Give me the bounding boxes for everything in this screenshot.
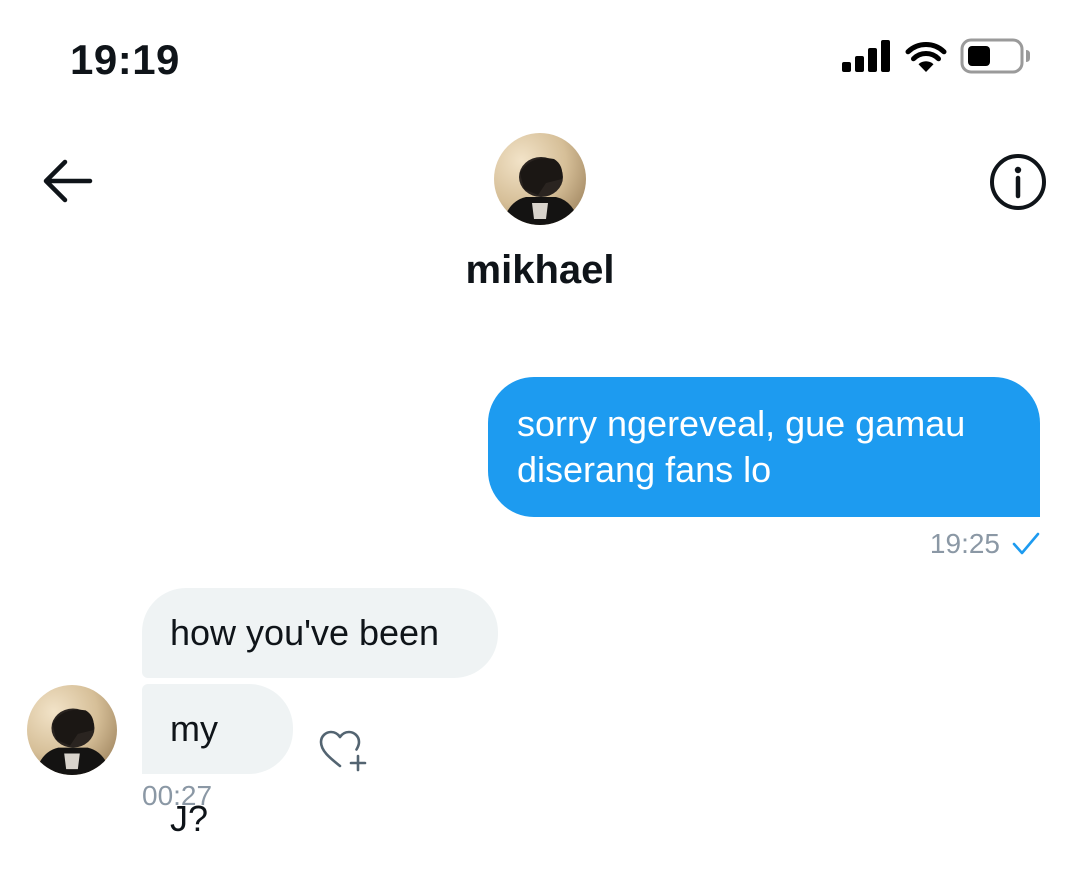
status-icons	[842, 38, 1032, 74]
sent-message-time: 19:25	[929, 528, 1000, 559]
conversation-name: mikhael	[465, 248, 615, 292]
info-button[interactable]	[988, 152, 1048, 212]
wifi-icon	[905, 42, 947, 72]
avatar-image	[494, 133, 586, 225]
checkmark-icon	[1012, 532, 1040, 555]
received-message-bubble[interactable]: my J?	[142, 684, 293, 839]
battery-icon	[960, 38, 1030, 74]
info-icon	[990, 154, 1046, 210]
avatar-image	[27, 685, 117, 775]
status-time: 19:19	[70, 36, 180, 83]
header-avatar[interactable]	[494, 133, 586, 225]
received-message-bubble[interactable]: how you've been	[142, 588, 498, 678]
sent-message-bubble[interactable]: sorry ngereveal, gue gamau diserang fans…	[488, 377, 1040, 517]
signal-icon	[842, 40, 890, 72]
back-arrow-icon	[43, 159, 93, 203]
back-button[interactable]	[38, 156, 96, 206]
react-button[interactable]	[318, 728, 368, 772]
received-message-time: 00:27	[142, 780, 213, 811]
heart-plus-icon	[319, 730, 367, 772]
sender-avatar[interactable]	[27, 685, 117, 775]
sent-message-meta: 19:25	[930, 526, 1040, 562]
